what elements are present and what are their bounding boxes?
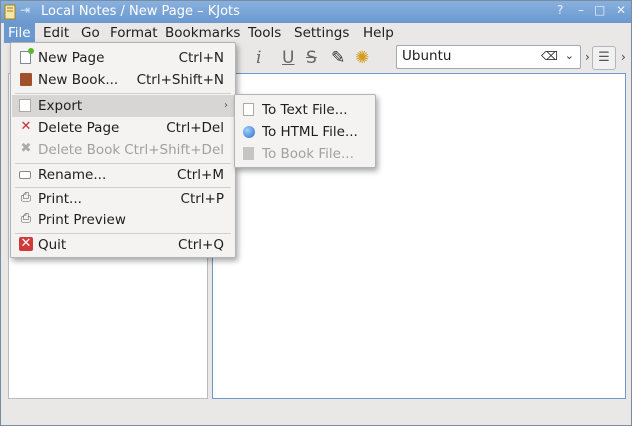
text-file-icon (243, 103, 254, 116)
align-icon[interactable]: ☰ (592, 46, 616, 70)
font-family-value: Ubuntu (402, 48, 452, 64)
print-icon: ⎙ (20, 190, 32, 205)
maximize-button[interactable]: □ (594, 3, 605, 17)
menu-item-shortcut: Ctrl+N (178, 50, 224, 66)
menu-item-delete-page[interactable]: ✕ Delete Page Ctrl+Del (12, 117, 234, 139)
menu-format[interactable]: Format (110, 25, 158, 41)
menu-bar: File Edit Go Format Bookmarks Tools Sett… (1, 23, 631, 43)
export-submenu: To Text File... To HTML File... To Book … (234, 94, 376, 168)
menu-item-print-preview[interactable]: ⎙ Print Preview (12, 209, 234, 231)
kjots-app-icon[interactable] (4, 4, 16, 20)
new-page-icon (20, 48, 34, 64)
menu-item-shortcut: Ctrl+Shift+Del (124, 142, 224, 158)
clear-icon[interactable]: ⌫ (541, 49, 558, 63)
menu-item-print[interactable]: ⎙ Print... Ctrl+P (12, 188, 234, 210)
menu-item-shortcut: Ctrl+Q (178, 237, 224, 253)
highlight-icon[interactable]: ✺ (355, 48, 369, 68)
toolbar-overflow-icon[interactable]: › (621, 50, 626, 64)
menu-tools[interactable]: Tools (248, 25, 281, 41)
close-button[interactable]: ✕ (616, 3, 626, 17)
menu-help[interactable]: Help (363, 25, 394, 41)
menu-item-label: Print... (38, 191, 82, 207)
menu-item-label: New Page (38, 50, 105, 66)
menu-item-export[interactable]: Export › (12, 95, 234, 117)
help-button[interactable]: ? (557, 3, 563, 17)
rename-icon (19, 171, 31, 179)
menu-item-delete-book: ✖ Delete Book Ctrl+Shift+Del (12, 139, 234, 161)
chevron-down-icon[interactable]: ⌄ (565, 49, 574, 62)
status-bar (1, 401, 631, 425)
menu-item-export-text[interactable]: To Text File... (236, 99, 374, 121)
strikethrough-icon[interactable]: S (306, 48, 317, 68)
menu-item-label: Print Preview (38, 212, 126, 228)
menu-item-shortcut: Ctrl+M (177, 167, 224, 183)
pin-icon[interactable]: ⇥ (20, 3, 30, 17)
submenu-arrow-icon: › (224, 100, 228, 111)
menu-item-label: Export (38, 98, 83, 114)
menu-separator (15, 93, 231, 94)
menu-item-export-html[interactable]: To HTML File... (236, 121, 374, 143)
menu-item-shortcut: Ctrl+P (180, 191, 224, 207)
quit-icon: ✕ (19, 236, 33, 251)
menu-file[interactable]: File (4, 23, 35, 43)
menu-item-new-page[interactable]: New Page Ctrl+N (12, 47, 234, 69)
menu-edit[interactable]: Edit (43, 25, 69, 41)
menu-item-label: Delete Book (38, 142, 121, 158)
italic-icon[interactable]: i (256, 48, 261, 68)
new-book-icon (20, 73, 32, 86)
menu-item-label: Delete Page (38, 120, 120, 136)
menu-settings[interactable]: Settings (294, 25, 349, 41)
menu-item-new-book[interactable]: New Book... Ctrl+Shift+N (12, 69, 234, 91)
print-preview-icon: ⎙ (20, 211, 32, 226)
menu-bookmarks[interactable]: Bookmarks (165, 25, 240, 41)
title-bar: ⇥ Local Notes / New Page – KJots ? – □ ✕ (1, 1, 631, 23)
menu-item-quit[interactable]: ✕ Quit Ctrl+Q (12, 234, 234, 256)
book-file-icon (243, 147, 254, 160)
menu-go[interactable]: Go (81, 25, 100, 41)
menu-item-label: To Text File... (262, 102, 348, 118)
delete-page-icon: ✕ (20, 119, 32, 134)
menu-item-label: To Book File... (262, 146, 354, 162)
file-menu: New Page Ctrl+N New Book... Ctrl+Shift+N… (10, 42, 236, 258)
menu-item-shortcut: Ctrl+Del (166, 120, 224, 136)
menu-item-export-book: To Book File... (236, 143, 374, 165)
chevron-right-icon[interactable]: › (585, 50, 590, 64)
menu-item-label: Rename... (38, 167, 107, 183)
minimize-button[interactable]: – (578, 3, 584, 17)
delete-book-icon: ✖ (20, 141, 32, 156)
underline-icon[interactable]: U (282, 48, 294, 68)
menu-item-rename[interactable]: Rename... Ctrl+M (12, 164, 234, 186)
menu-item-label: Quit (38, 237, 67, 253)
window-title: Local Notes / New Page – KJots (41, 4, 240, 19)
text-color-icon[interactable]: ✎ (331, 48, 345, 68)
menu-item-label: New Book... (38, 72, 119, 88)
menu-item-shortcut: Ctrl+Shift+N (136, 72, 224, 88)
export-icon (19, 99, 31, 112)
menu-item-label: To HTML File... (262, 124, 358, 140)
font-family-combo[interactable]: Ubuntu ⌫ ⌄ (396, 45, 581, 69)
html-file-icon (243, 126, 255, 138)
